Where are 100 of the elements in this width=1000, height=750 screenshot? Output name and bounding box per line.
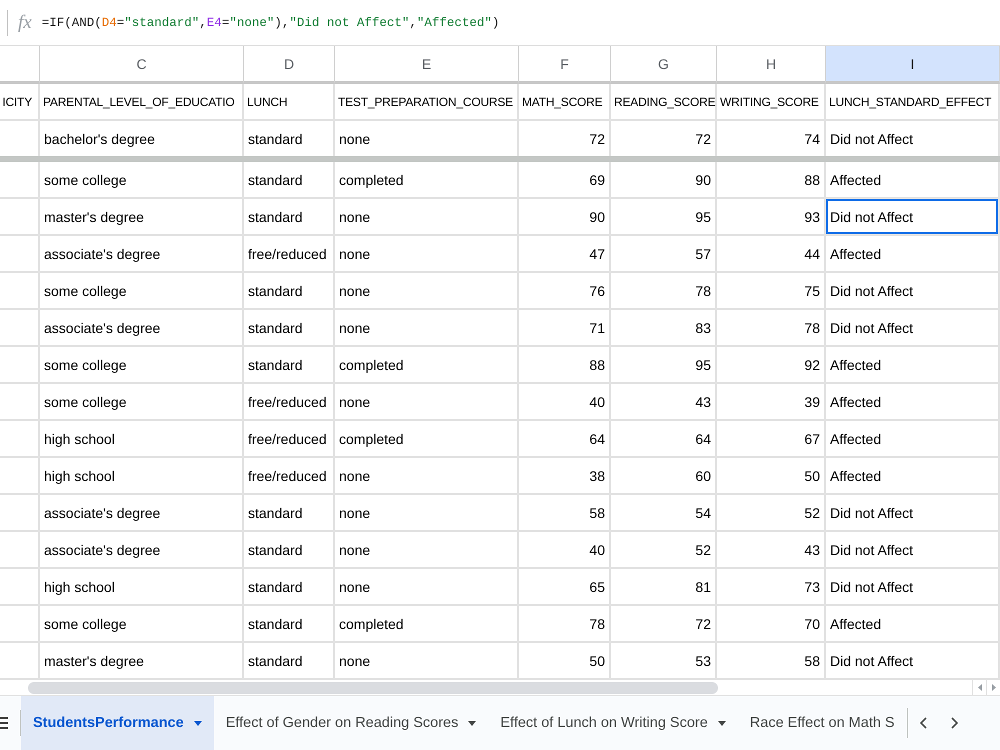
column-title: READING_SCORE (611, 84, 717, 121)
table-cell (0, 532, 40, 569)
column-title: MATH_SCORE (519, 84, 611, 121)
table-cell: 44 (717, 236, 826, 273)
table-cell: 60 (611, 458, 717, 495)
table-cell: 71 (519, 310, 611, 347)
table-cell: 81 (611, 569, 717, 606)
table-cell (0, 569, 40, 606)
table-cell: master's degree (40, 199, 244, 236)
table-cell: standard (244, 495, 335, 532)
table-cell: free/reduced (244, 236, 335, 273)
column-header[interactable]: E (335, 46, 519, 84)
table-cell (0, 384, 40, 421)
table-cell: 78 (519, 606, 611, 643)
table-cell: 65 (519, 569, 611, 606)
table-cell: none (335, 458, 519, 495)
table-cell: associate's degree (40, 495, 244, 532)
table-cell: 50 (519, 643, 611, 680)
table-cell: Affected (826, 162, 1000, 199)
table-cell: 90 (519, 199, 611, 236)
column-title: PARENTAL_LEVEL_OF_EDUCATIO (40, 84, 244, 121)
table-cell: 47 (519, 236, 611, 273)
table-cell: completed (335, 347, 519, 384)
table-cell: associate's degree (40, 532, 244, 569)
table-cell: none (335, 199, 519, 236)
table-cell: none (335, 384, 519, 421)
table-cell: 38 (519, 458, 611, 495)
table-cell (0, 495, 40, 532)
sheet-tab[interactable]: Effect of Gender on Reading Scores (214, 696, 488, 750)
table-cell: 43 (611, 384, 717, 421)
sheet-tab[interactable]: Effect of Lunch on Writing Score (488, 696, 738, 750)
table-cell: 88 (717, 162, 826, 199)
table-cell: high school (40, 458, 244, 495)
column-title: LUNCH (244, 84, 335, 121)
table-cell (0, 347, 40, 384)
table-cell: none (335, 569, 519, 606)
column-header[interactable]: G (611, 46, 717, 84)
table-cell: standard (244, 347, 335, 384)
table-cell: some college (40, 347, 244, 384)
table-cell: 40 (519, 384, 611, 421)
table-cell (0, 310, 40, 347)
table-cell: 52 (611, 532, 717, 569)
table-cell: some college (40, 273, 244, 310)
table-cell: 72 (611, 606, 717, 643)
sheet-tab[interactable]: StudentsPerformance (21, 696, 214, 750)
table-cell: standard (244, 569, 335, 606)
table-cell: Affected (826, 384, 1000, 421)
formula-text[interactable]: =IF(AND(D4="standard",E4="none"),"Did not Affect","Affected") (42, 16, 500, 30)
table-cell: 67 (717, 421, 826, 458)
chevron-right-icon (950, 717, 958, 729)
table-cell: associate's degree (40, 310, 244, 347)
table-cell (0, 643, 40, 680)
table-cell: completed (335, 162, 519, 199)
table-cell: 95 (611, 347, 717, 384)
table-cell: standard (244, 643, 335, 680)
table-cell: 92 (717, 347, 826, 384)
table-cell: 53 (611, 643, 717, 680)
table-cell: standard (244, 606, 335, 643)
scrollbar-thumb[interactable] (28, 682, 718, 694)
column-header[interactable]: F (519, 46, 611, 84)
table-cell: Did not Affect (826, 569, 1000, 606)
table-cell: 57 (611, 236, 717, 273)
table-cell: standard (244, 532, 335, 569)
table-cell: Affected (826, 421, 1000, 458)
table-cell: standard (244, 162, 335, 199)
column-header[interactable]: D (244, 46, 335, 84)
sheet-tab[interactable]: Race Effect on Math S (738, 696, 907, 750)
table-cell: Affected (826, 236, 1000, 273)
table-cell: 75 (717, 273, 826, 310)
table-cell: 95 (611, 199, 717, 236)
column-header[interactable]: C (40, 46, 244, 84)
triangle-right-icon (992, 684, 996, 691)
column-title: ICITY (0, 84, 40, 121)
table-cell: 39 (717, 384, 826, 421)
table-cell (0, 421, 40, 458)
menu-icon[interactable] (0, 717, 8, 729)
table-cell: Did not Affect (826, 273, 1000, 310)
table-cell: Did not Affect (826, 495, 1000, 532)
column-header[interactable]: I (826, 46, 1000, 84)
table-cell (0, 162, 40, 199)
table-cell: 52 (717, 495, 826, 532)
table-cell: 64 (519, 421, 611, 458)
table-cell: Affected (826, 458, 1000, 495)
table-cell (0, 236, 40, 273)
column-header[interactable] (0, 46, 40, 84)
table-cell: free/reduced (244, 384, 335, 421)
table-cell: 50 (717, 458, 826, 495)
triangle-left-icon (978, 684, 982, 691)
table-cell: 83 (611, 310, 717, 347)
table-cell: 88 (519, 347, 611, 384)
table-cell: none (335, 310, 519, 347)
table-cell: completed (335, 606, 519, 643)
table-cell: 90 (611, 162, 717, 199)
table-cell: none (335, 273, 519, 310)
table-cell (0, 199, 40, 236)
column-title: LUNCH_STANDARD_EFFECT (826, 84, 1000, 121)
table-cell: 69 (519, 162, 611, 199)
column-header[interactable]: H (717, 46, 826, 84)
table-cell: some college (40, 384, 244, 421)
table-cell: free/reduced (244, 421, 335, 458)
